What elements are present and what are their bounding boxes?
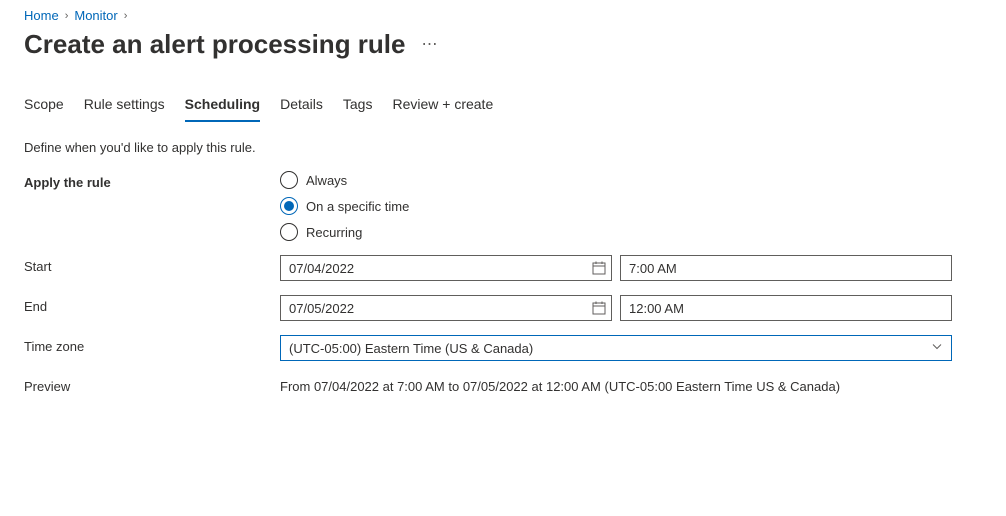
- radio-specific-time[interactable]: On a specific time: [280, 197, 982, 215]
- start-date-input[interactable]: [280, 255, 612, 281]
- label-apply-the-rule: Apply the rule: [24, 171, 280, 190]
- timezone-select[interactable]: (UTC-05:00) Eastern Time (US & Canada): [280, 335, 952, 361]
- radio-recurring[interactable]: Recurring: [280, 223, 982, 241]
- tab-tags[interactable]: Tags: [343, 96, 373, 122]
- radio-label-always: Always: [306, 173, 347, 188]
- breadcrumb-home[interactable]: Home: [24, 8, 59, 23]
- apply-rule-radio-group: Always On a specific time Recurring: [280, 171, 982, 241]
- helper-text: Define when you'd like to apply this rul…: [24, 140, 982, 155]
- end-time-input[interactable]: [620, 295, 952, 321]
- label-end: End: [24, 295, 280, 314]
- tab-scheduling[interactable]: Scheduling: [185, 96, 260, 122]
- label-preview: Preview: [24, 375, 280, 394]
- radio-label-recurring: Recurring: [306, 225, 362, 240]
- tab-scope[interactable]: Scope: [24, 96, 64, 122]
- more-icon[interactable]: ⋯: [421, 37, 438, 53]
- preview-text: From 07/04/2022 at 7:00 AM to 07/05/2022…: [280, 375, 982, 394]
- tab-rule-settings[interactable]: Rule settings: [84, 96, 165, 122]
- end-date-input[interactable]: [280, 295, 612, 321]
- tab-review-create[interactable]: Review + create: [392, 96, 493, 122]
- label-timezone: Time zone: [24, 335, 280, 354]
- chevron-right-icon: ›: [65, 10, 69, 22]
- timezone-value: (UTC-05:00) Eastern Time (US & Canada): [289, 341, 533, 356]
- tab-bar: Scope Rule settings Scheduling Details T…: [24, 96, 982, 122]
- radio-always[interactable]: Always: [280, 171, 982, 189]
- radio-circle-icon: [280, 223, 298, 241]
- radio-label-specific: On a specific time: [306, 199, 409, 214]
- breadcrumb: Home › Monitor ›: [24, 8, 982, 23]
- chevron-down-icon: [931, 341, 943, 356]
- page-title: Create an alert processing rule: [24, 29, 405, 60]
- radio-circle-icon: [280, 171, 298, 189]
- tab-details[interactable]: Details: [280, 96, 323, 122]
- label-start: Start: [24, 255, 280, 274]
- start-time-input[interactable]: [620, 255, 952, 281]
- breadcrumb-monitor[interactable]: Monitor: [74, 8, 117, 23]
- radio-circle-checked-icon: [280, 197, 298, 215]
- chevron-right-icon: ›: [124, 10, 128, 22]
